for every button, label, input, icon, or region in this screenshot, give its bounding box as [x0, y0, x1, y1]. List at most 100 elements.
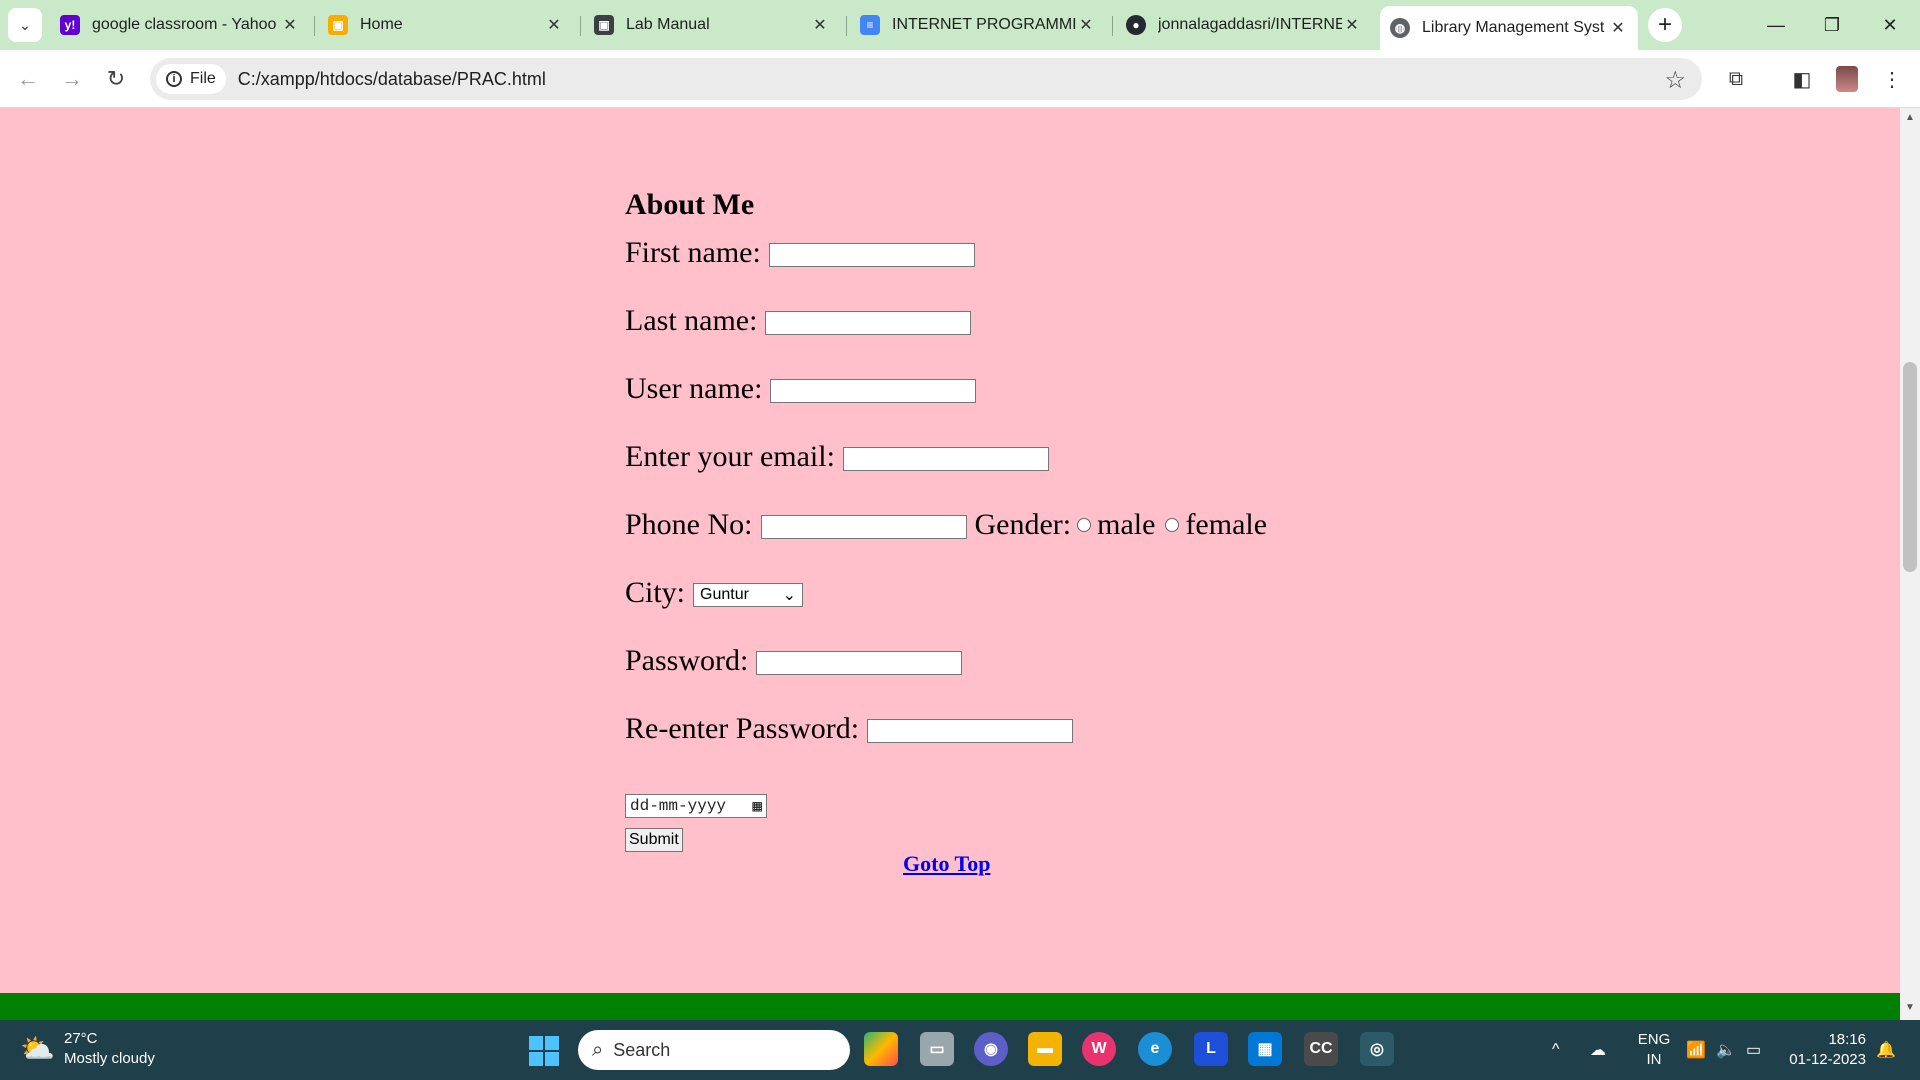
system-clock[interactable]: 18:16 01-12-2023	[1786, 1030, 1866, 1070]
wifi-icon[interactable]: 📶	[1686, 1020, 1706, 1080]
menu-button[interactable]: ⋮	[1876, 63, 1908, 95]
microsoft-store-icon[interactable]: ▦	[1248, 1032, 1282, 1066]
female-label: female	[1185, 508, 1268, 541]
site-info-label: File	[190, 70, 216, 87]
battery-icon[interactable]: ▭	[1746, 1020, 1761, 1080]
user-name-input[interactable]	[770, 379, 977, 403]
chrome-icon[interactable]: ◎	[1360, 1032, 1394, 1066]
language-region: IN	[1646, 1051, 1662, 1068]
calendar-icon[interactable]: ▦	[752, 796, 762, 816]
male-radio[interactable]	[1077, 518, 1092, 532]
docs-icon: ≡	[860, 15, 880, 35]
first-name-input[interactable]	[768, 243, 975, 267]
side-panel-button[interactable]: ◧	[1786, 63, 1818, 95]
tab-yahoo[interactable]: y! google classroom - Yahoo ✕	[50, 8, 310, 42]
date-input[interactable]: dd-mm-yyyy ▦	[625, 794, 767, 818]
city-select[interactable]: Guntur ⌄	[693, 583, 804, 607]
cc-app-icon[interactable]: CC	[1304, 1032, 1338, 1066]
reload-button[interactable]: ↻	[100, 63, 132, 95]
close-icon[interactable]: ✕	[544, 15, 564, 35]
reenter-password-input[interactable]	[867, 719, 1074, 743]
edge-browser-icon[interactable]: e	[1138, 1032, 1172, 1066]
show-hidden-icons-chevron-icon[interactable]: ^	[1552, 1020, 1560, 1080]
submit-button[interactable]: Submit	[625, 828, 683, 852]
restore-button[interactable]: ❐	[1808, 8, 1856, 42]
new-tab-button[interactable]: +	[1648, 8, 1682, 42]
last-name-input[interactable]	[765, 311, 972, 335]
classroom-icon: ▣	[328, 15, 348, 35]
close-icon[interactable]: ✕	[1608, 18, 1628, 38]
tab-title: google classroom - Yahoo	[92, 16, 277, 33]
kebab-menu-icon: ⋮	[1882, 68, 1902, 91]
github-icon: ●	[1126, 15, 1146, 35]
wps-office-icon[interactable]: W	[1082, 1032, 1116, 1066]
close-icon[interactable]: ✕	[1342, 15, 1362, 35]
user-name-row: User name:	[625, 372, 977, 406]
tab-github[interactable]: ● jonnalagaddasri/INTERNE ✕	[1116, 8, 1372, 42]
tab-title: Lab Manual	[626, 16, 710, 33]
goto-top-link[interactable]: Goto Top	[903, 851, 990, 877]
tab-library-management[interactable]: ◍ Library Management Syst ✕	[1380, 6, 1638, 50]
scroll-down-arrow-icon[interactable]: ▼	[1900, 1002, 1920, 1018]
site-info-chip[interactable]: i File	[156, 64, 226, 94]
password-input[interactable]	[756, 651, 963, 675]
taskbar-search[interactable]: ⌕ Search	[578, 1030, 850, 1070]
email-input[interactable]	[842, 447, 1049, 471]
page-heading: About Me	[625, 188, 755, 221]
tab-lab-manual[interactable]: ▣ Lab Manual ✕	[584, 8, 840, 42]
arrow-left-icon: ←	[17, 66, 39, 91]
weather-cloud-icon[interactable]: ⛅	[20, 1032, 56, 1066]
close-icon: ✕	[1882, 14, 1898, 35]
first-name-label: First name:	[625, 236, 761, 269]
tab-separator	[314, 16, 315, 36]
notification-bell-icon[interactable]: 🔔	[1876, 1020, 1896, 1080]
side-panel-icon: ◧	[1792, 68, 1812, 91]
chevron-down-icon: ⌄	[19, 16, 31, 33]
tab-title: INTERNET PROGRAMMIN	[892, 16, 1076, 33]
weather-temperature[interactable]: 27°C	[64, 1030, 98, 1047]
tab-strip: ⌄ y! google classroom - Yahoo ✕ ▣ Home ✕…	[0, 0, 1920, 50]
address-bar[interactable]: i File C:/xampp/htdocs/database/PRAC.htm…	[150, 58, 1702, 100]
back-button[interactable]: ←	[12, 63, 44, 95]
tab-search-button[interactable]: ⌄	[8, 8, 42, 42]
close-icon[interactable]: ✕	[280, 15, 300, 35]
task-view-icon[interactable]: ▭	[920, 1032, 954, 1066]
tab-title: Home	[360, 16, 403, 33]
phone-input[interactable]	[760, 515, 967, 539]
close-icon[interactable]: ✕	[810, 15, 830, 35]
tab-separator	[580, 16, 581, 36]
bookmark-star-icon[interactable]: ☆	[1664, 66, 1686, 95]
profile-avatar[interactable]	[1836, 66, 1858, 92]
minimize-button[interactable]: —	[1752, 8, 1800, 42]
scroll-up-arrow-icon[interactable]: ▲	[1900, 112, 1920, 128]
tab-internet-programming[interactable]: ≡ INTERNET PROGRAMMIN ✕	[850, 8, 1106, 42]
scrollbar-thumb[interactable]	[1903, 362, 1917, 572]
url-text[interactable]: C:/xampp/htdocs/database/PRAC.html	[238, 69, 546, 90]
l-app-icon[interactable]: L	[1194, 1032, 1228, 1066]
file-explorer-icon[interactable]: ▬	[1028, 1032, 1062, 1066]
phone-gender-row: Phone No: Gender: male female	[625, 508, 1267, 542]
language-indicator[interactable]: ENG IN	[1634, 1030, 1674, 1070]
reenter-password-row: Re-enter Password:	[625, 712, 1074, 746]
user-name-label: User name:	[625, 372, 763, 405]
reenter-password-label: Re-enter Password:	[625, 712, 860, 745]
password-label: Password:	[625, 644, 749, 677]
date-placeholder: dd-mm-yyyy	[630, 797, 727, 815]
female-radio[interactable]	[1165, 518, 1180, 532]
info-icon: i	[166, 71, 182, 87]
close-window-button[interactable]: ✕	[1866, 8, 1914, 42]
city-row: City: Guntur ⌄	[625, 576, 804, 610]
clock-time: 18:16	[1828, 1031, 1866, 1048]
tab-home[interactable]: ▣ Home ✕	[318, 8, 574, 42]
onedrive-cloud-icon[interactable]: ☁	[1590, 1020, 1606, 1080]
start-button[interactable]	[529, 1036, 559, 1066]
copilot-preview-icon[interactable]	[864, 1032, 898, 1066]
weather-description[interactable]: Mostly cloudy	[64, 1050, 155, 1067]
globe-icon: ◍	[1390, 18, 1410, 38]
forward-button[interactable]: →	[56, 63, 88, 95]
extensions-button[interactable]: ⧉	[1720, 63, 1752, 95]
volume-icon[interactable]: 🔈	[1716, 1020, 1736, 1080]
close-icon[interactable]: ✕	[1076, 15, 1096, 35]
teams-chat-icon[interactable]: ◉	[974, 1032, 1008, 1066]
city-selected-value: Guntur	[700, 586, 749, 603]
